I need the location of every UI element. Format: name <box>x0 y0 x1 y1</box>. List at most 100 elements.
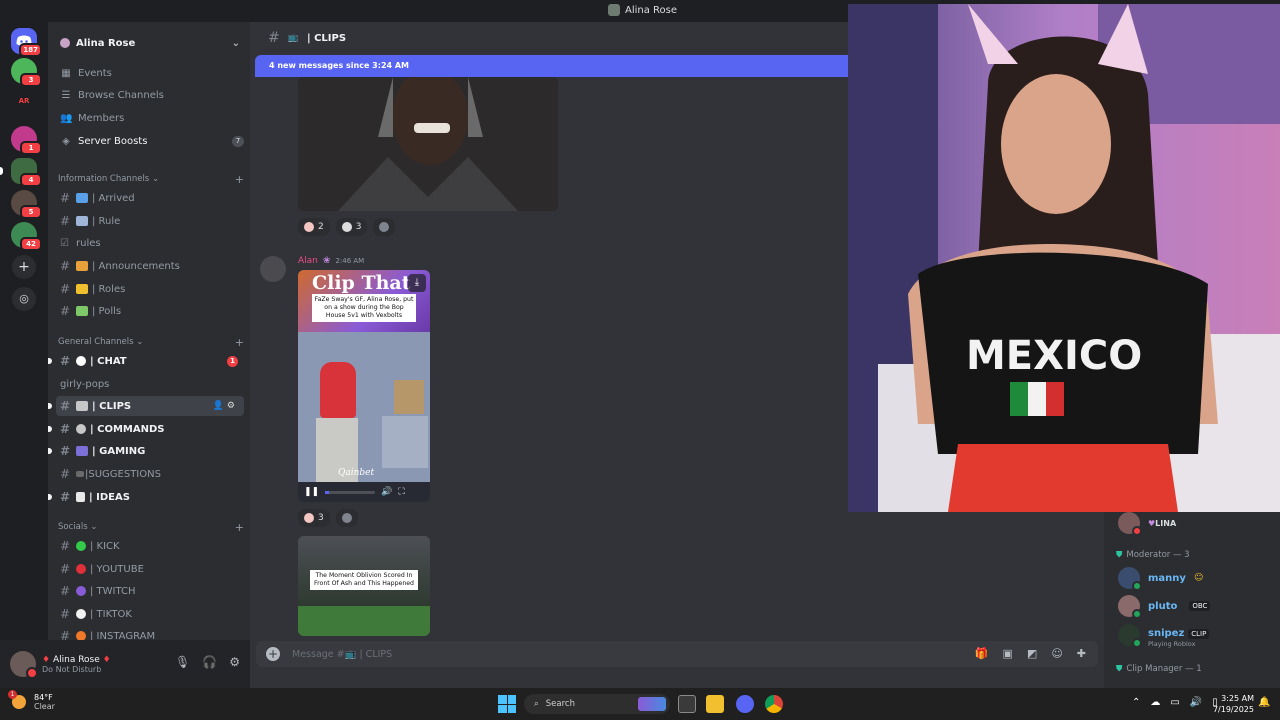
avatar[interactable] <box>10 651 38 679</box>
rose-icon: ♦ <box>102 654 111 665</box>
apps-icon[interactable]: ✚ <box>1077 647 1086 660</box>
members-item[interactable]: 👥 Members <box>58 108 244 128</box>
channel-rules[interactable]: ☑ rules <box>56 233 244 253</box>
emoji-icon[interactable]: ☺ <box>1051 647 1062 660</box>
discover-button[interactable]: ◎ <box>12 287 36 311</box>
category-information[interactable]: Information Channels ⌄ + <box>58 172 244 186</box>
browse-channels-item[interactable]: ☰ Browse Channels <box>58 85 244 105</box>
hash-icon: # <box>60 444 71 458</box>
taskbar-clock[interactable]: 3:25 AM 7/19/2025 <box>1210 693 1254 715</box>
chart-emoji-icon <box>76 306 88 316</box>
member-item[interactable]: pluto OBC <box>1118 595 1211 619</box>
channel-suggestions[interactable]: # |SUGGESTIONS <box>56 464 244 484</box>
windows-start-icon[interactable] <box>498 695 516 713</box>
hash-icon: # <box>60 354 71 368</box>
volume-icon[interactable]: 🔊 <box>1190 697 1202 708</box>
member-tag: OBC <box>1189 601 1211 611</box>
avatar <box>1118 567 1142 591</box>
channel-sidebar: Alina Rose ⌄ ▦ Events ☰ Browse Channels … <box>48 22 250 640</box>
chevron-up-icon[interactable]: ⌃ <box>1132 697 1140 708</box>
volume-icon[interactable]: 🔊 <box>381 487 392 497</box>
member-item[interactable]: manny ☺ <box>1118 567 1203 591</box>
member-item[interactable]: ♥LINA <box>1118 512 1176 536</box>
direct-messages-button[interactable]: 187 <box>11 28 42 57</box>
reaction-emoji-icon <box>304 513 314 523</box>
channel-gaming[interactable]: # | GAMING <box>48 441 244 461</box>
taskbar-search[interactable]: ⌕ Search <box>524 694 670 714</box>
microphone-icon[interactable]: 🎙 <box>175 655 190 669</box>
channel-commands[interactable]: # | COMMANDS <box>48 419 244 439</box>
task-view-icon[interactable] <box>678 695 696 713</box>
new-messages-bar[interactable]: 4 new messages since 3:24 AM <box>255 55 855 77</box>
headphones-icon[interactable]: 🎧 <box>202 655 217 669</box>
gear-icon[interactable]: ⚙ <box>229 655 240 669</box>
server-header[interactable]: Alina Rose ⌄ <box>48 22 250 54</box>
channel-youtube[interactable]: # | YOUTUBE <box>56 559 244 579</box>
gif-icon[interactable]: ▣ <box>1003 647 1013 660</box>
weather-widget[interactable]: 1 84°F Clear <box>8 690 55 711</box>
avatar[interactable] <box>260 256 286 282</box>
channel-kick[interactable]: # | KICK <box>56 536 244 556</box>
hash-icon: # <box>60 467 71 481</box>
video-attachment[interactable]: Clip That FaZe Sway's GF, Alina Rose, pu… <box>298 270 430 502</box>
message-input[interactable]: + Message #📺 | CLIPS 🎁 ▣ ◩ ☺ ✚ <box>256 641 1098 667</box>
server-icon-3[interactable]: 4 <box>0 158 42 187</box>
fullscreen-icon[interactable]: ⛶ <box>398 487 404 497</box>
channel-polls[interactable]: # | Polls <box>56 301 244 321</box>
server-icon-1[interactable]: 3 <box>11 58 42 87</box>
download-icon[interactable]: ⤓ <box>408 274 426 292</box>
smiley-icon <box>379 222 390 232</box>
channel-twitch[interactable]: # | TWITCH <box>56 581 244 601</box>
cloud-icon[interactable]: ☁ <box>1150 697 1160 708</box>
channel-girly-pops[interactable]: girly-pops <box>56 374 244 394</box>
reaction[interactable]: 2 <box>298 218 330 236</box>
discord-taskbar-icon[interactable] <box>736 695 754 713</box>
channel-roles[interactable]: # | Roles <box>56 279 244 299</box>
channel-clips[interactable]: # | CLIPS 👤⚙ <box>48 396 244 416</box>
status-icon <box>1132 637 1142 648</box>
chrome-icon[interactable] <box>765 695 783 713</box>
add-channel-icon[interactable]: + <box>235 336 244 349</box>
server-rail: 187 3 AR 1 4 5 42 + ◎ <box>0 22 48 688</box>
add-channel-icon[interactable]: + <box>235 521 244 534</box>
reaction[interactable]: 3 <box>298 509 330 527</box>
category-general[interactable]: General Channels ⌄ + <box>58 335 244 349</box>
status-icon <box>1132 609 1142 619</box>
member-item[interactable]: snipez CLIP Playing Roblox <box>1118 621 1210 648</box>
sticker-icon[interactable]: ◩ <box>1027 647 1037 660</box>
video-attachment-2[interactable]: The Moment Oblivion Scored In Front Of A… <box>298 536 430 636</box>
attach-plus-icon[interactable]: + <box>266 647 280 661</box>
server-boosts-item[interactable]: ◈ Server Boosts 7 <box>58 131 244 151</box>
channel-announcements[interactable]: # | Announcements <box>56 256 244 276</box>
add-reaction-button[interactable] <box>335 509 358 527</box>
events-item[interactable]: ▦ Events <box>58 63 244 83</box>
channel-settings-icon[interactable]: 👤⚙ <box>213 401 238 411</box>
channel-ideas[interactable]: # | IDEAS <box>48 487 244 507</box>
unread-dot <box>48 403 52 409</box>
channel-arrived[interactable]: # | Arrived <box>56 188 244 208</box>
message-author[interactable]: Alan <box>298 256 318 266</box>
gift-icon[interactable]: 🎁 <box>975 647 989 660</box>
add-reaction-button[interactable] <box>373 218 396 236</box>
channel-tiktok[interactable]: # | TIKTOK <box>56 604 244 624</box>
channel-instagram[interactable]: # | INSTAGRAM <box>56 626 244 640</box>
image-attachment[interactable] <box>298 77 558 211</box>
file-explorer-icon[interactable] <box>706 695 724 713</box>
channel-rule[interactable]: # | Rule <box>56 211 244 231</box>
channel-chat[interactable]: # | CHAT 1 <box>48 351 244 371</box>
notification-bell-icon[interactable]: 🔔 <box>1258 697 1270 708</box>
plane-emoji-icon <box>76 193 88 203</box>
seek-bar[interactable] <box>325 490 376 494</box>
add-server-button[interactable]: + <box>12 255 36 279</box>
pause-icon[interactable]: ❚❚ <box>304 487 319 497</box>
server-folder-label[interactable]: AR <box>11 94 37 108</box>
reaction[interactable]: 3 <box>335 218 368 236</box>
add-channel-icon[interactable]: + <box>235 173 244 186</box>
weather-temp: 84°F <box>34 693 53 702</box>
weather-sun-icon: 1 <box>8 690 26 709</box>
server-icon-5[interactable]: 42 <box>11 222 42 251</box>
server-icon-4[interactable]: 5 <box>11 190 42 219</box>
server-icon-2[interactable]: 1 <box>11 126 42 155</box>
network-icon[interactable]: ▭ <box>1170 697 1179 708</box>
category-socials[interactable]: Socials ⌄ + <box>58 520 244 534</box>
